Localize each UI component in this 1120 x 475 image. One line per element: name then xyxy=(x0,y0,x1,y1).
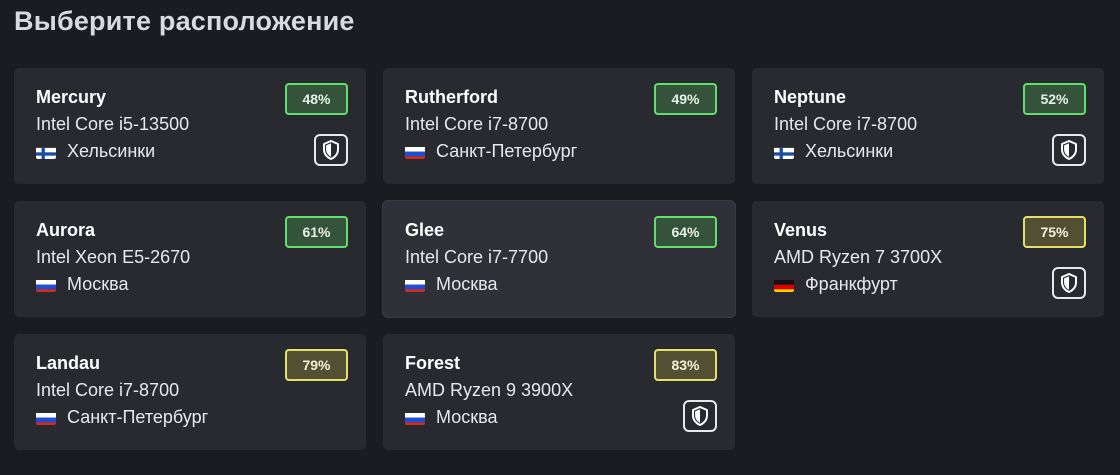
server-location: Франкфурт xyxy=(774,274,898,295)
server-city: Москва xyxy=(436,274,498,294)
server-city: Москва xyxy=(67,274,129,294)
flag-finland-icon xyxy=(36,145,56,159)
flag-russia-icon xyxy=(36,411,56,425)
server-card[interactable]: Neptune Intel Core i7-8700 Хельсинки 52% xyxy=(752,68,1104,184)
server-cpu: Intel Core i7-8700 xyxy=(774,114,918,134)
server-location: Санкт-Петербург xyxy=(405,141,577,162)
server-name: Neptune xyxy=(774,87,846,107)
server-city: Санкт-Петербург xyxy=(67,407,209,427)
server-location: Хельсинки xyxy=(36,141,155,162)
load-badge: 83% xyxy=(654,349,717,381)
load-badge: 75% xyxy=(1023,216,1086,248)
shield-icon[interactable] xyxy=(314,134,348,166)
load-badge: 64% xyxy=(654,216,717,248)
load-badge: 61% xyxy=(285,216,348,248)
server-city: Франкфурт xyxy=(805,274,898,294)
server-cpu: AMD Ryzen 9 3900X xyxy=(405,380,574,400)
page-title: Выберите расположение xyxy=(14,6,355,36)
shield-icon[interactable] xyxy=(1052,267,1086,299)
server-location: Хельсинки xyxy=(774,141,893,162)
flag-russia-icon xyxy=(36,278,56,292)
server-card[interactable]: Landau Intel Core i7-8700 Санкт-Петербур… xyxy=(14,334,366,450)
server-name: Aurora xyxy=(36,220,96,240)
server-card[interactable]: Rutherford Intel Core i7-8700 Санкт-Пете… xyxy=(383,68,735,184)
server-cpu: Intel Core i7-7700 xyxy=(405,247,549,267)
load-badge: 79% xyxy=(285,349,348,381)
load-badge: 48% xyxy=(285,83,348,115)
server-location: Москва xyxy=(405,274,497,295)
flag-germany-icon xyxy=(774,278,794,292)
server-cpu: Intel Core i7-8700 xyxy=(36,380,180,400)
server-name: Mercury xyxy=(36,87,107,107)
server-city: Санкт-Петербург xyxy=(436,141,578,161)
server-card[interactable]: Venus AMD Ryzen 7 3700X Франкфурт 75% xyxy=(752,201,1104,317)
server-cpu: Intel Core i5-13500 xyxy=(36,114,190,134)
server-card[interactable]: Forest AMD Ryzen 9 3900X Москва 83% xyxy=(383,334,735,450)
load-badge: 52% xyxy=(1023,83,1086,115)
server-location: Санкт-Петербург xyxy=(36,407,208,428)
server-card[interactable]: Mercury Intel Core i5-13500 Хельсинки 48… xyxy=(14,68,366,184)
server-name: Glee xyxy=(405,220,445,240)
flag-finland-icon xyxy=(774,145,794,159)
flag-russia-icon xyxy=(405,145,425,159)
server-location: Москва xyxy=(405,407,497,428)
server-name: Landau xyxy=(36,353,101,373)
load-badge: 49% xyxy=(654,83,717,115)
server-name: Rutherford xyxy=(405,87,498,107)
server-name: Forest xyxy=(405,353,461,373)
server-cpu: AMD Ryzen 7 3700X xyxy=(774,247,943,267)
server-city: Хельсинки xyxy=(805,141,894,161)
flag-russia-icon xyxy=(405,411,425,425)
shield-icon[interactable] xyxy=(683,400,717,432)
server-cpu: Intel Core i7-8700 xyxy=(405,114,549,134)
flag-russia-icon xyxy=(405,278,425,292)
server-card[interactable]: Aurora Intel Xeon E5-2670 Москва 61% xyxy=(14,201,366,317)
server-city: Москва xyxy=(436,407,498,427)
server-grid: Mercury Intel Core i5-13500 Хельсинки 48… xyxy=(14,68,1104,450)
server-cpu: Intel Xeon E5-2670 xyxy=(36,247,191,267)
server-name: Venus xyxy=(774,220,828,240)
server-city: Хельсинки xyxy=(67,141,156,161)
shield-icon[interactable] xyxy=(1052,134,1086,166)
server-card[interactable]: Glee Intel Core i7-7700 Москва 64% xyxy=(383,201,735,317)
server-location: Москва xyxy=(36,274,128,295)
